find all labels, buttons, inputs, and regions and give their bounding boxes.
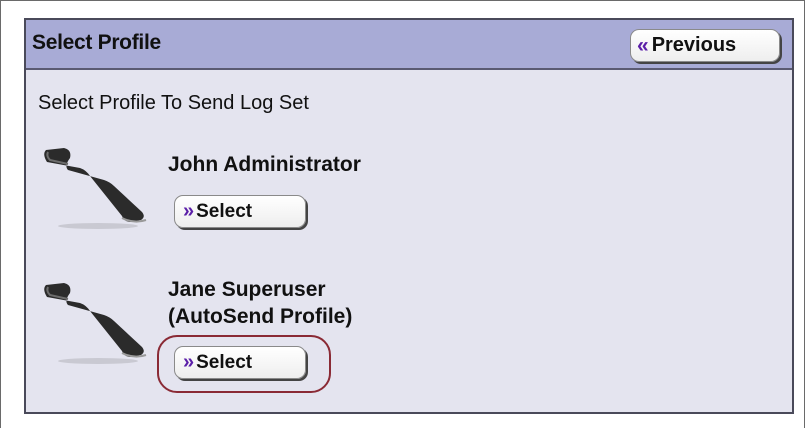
select-button-label: Select xyxy=(196,200,253,222)
double-chevron-left-icon: « xyxy=(637,33,649,57)
profile-name-line2: (AutoSend Profile) xyxy=(168,305,353,328)
previous-button-label: Previous xyxy=(651,34,737,56)
select-profile-panel: Select Profile « Previous Select Profile… xyxy=(24,18,794,414)
panel-title: Select Profile xyxy=(32,31,161,54)
phone-handset-icon xyxy=(44,148,147,229)
select-button-john-administrator[interactable]: » Select xyxy=(174,195,306,228)
previous-button[interactable]: « Previous xyxy=(630,29,780,62)
panel-header: Select Profile « Previous xyxy=(26,20,792,70)
panel-subtitle: Select Profile To Send Log Set xyxy=(38,92,309,114)
double-chevron-right-icon: » xyxy=(183,200,194,222)
callout-highlight-ring xyxy=(157,335,331,393)
phone-handset-icon xyxy=(44,283,147,364)
profile-name-line1: Jane Superuser xyxy=(168,278,326,301)
profile-name: Jane Superuser (AutoSend Profile) xyxy=(168,276,352,330)
window-frame: Select Profile « Previous Select Profile… xyxy=(0,0,805,428)
profile-name: John Administrator xyxy=(168,153,361,176)
